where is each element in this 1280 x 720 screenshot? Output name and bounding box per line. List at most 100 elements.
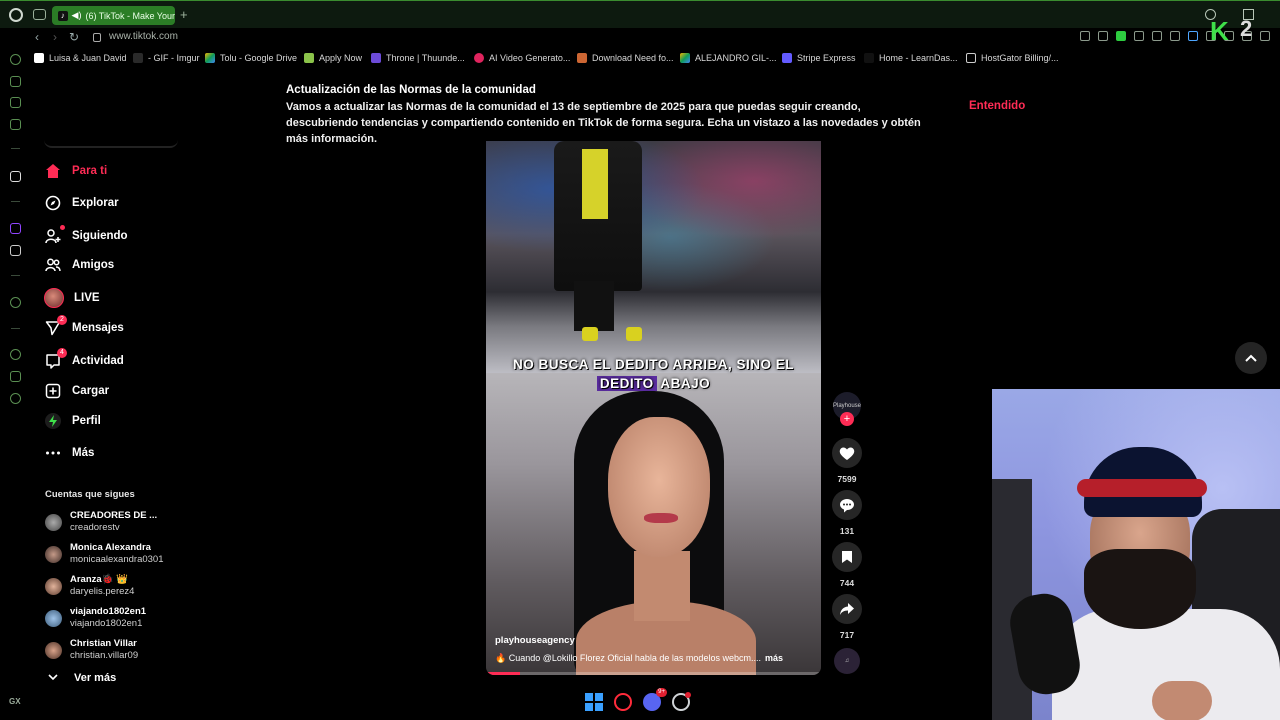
steam-taskbar-icon[interactable] <box>672 692 691 711</box>
followed-account[interactable]: Aranza🐞 👑 daryelis.perez4 <box>45 574 134 598</box>
following-section-title: Cuentas que sigues <box>45 489 135 500</box>
gx-control-icon[interactable] <box>10 54 21 65</box>
browser-tab-tiktok[interactable]: ♪ ◀) (6) TikTok - Make Your <box>52 6 175 25</box>
guidelines-notice: Actualización de las Normas de la comuni… <box>286 84 1046 147</box>
save-count: 744 <box>839 578 855 588</box>
nav-item-live[interactable]: LIVE <box>44 287 100 309</box>
more-icon <box>44 444 62 462</box>
video-author[interactable]: playhouseagency <box>495 635 575 646</box>
search-input[interactable] <box>44 138 178 148</box>
streamer-cap-brim <box>1077 479 1207 497</box>
bookmark-item[interactable]: HostGator Billing/... <box>966 53 1059 63</box>
player-icon[interactable] <box>1152 31 1162 41</box>
previous-video-button[interactable] <box>1235 342 1267 374</box>
speaker-icon[interactable]: ◀) <box>72 10 82 21</box>
sidebar-more-icon[interactable]: ··· <box>10 716 20 720</box>
save-button[interactable] <box>832 542 862 572</box>
nav-item-explorar[interactable]: Explorar <box>44 192 119 214</box>
extensions-icon[interactable] <box>10 371 21 382</box>
discord-taskbar-icon[interactable]: 9+ <box>643 688 667 711</box>
bookmark-item[interactable]: Stripe Express <box>782 53 856 63</box>
player-icon[interactable] <box>10 297 21 308</box>
x-twitter-icon[interactable] <box>10 245 21 256</box>
opera-gx-taskbar-icon[interactable] <box>614 693 632 711</box>
nav-item-amigos[interactable]: Amigos <box>44 254 114 276</box>
followed-account[interactable]: Monica Alexandra monicaalexandra0301 <box>45 542 163 566</box>
nav-item-mas[interactable]: Más <box>44 442 94 464</box>
page-favicon-icon <box>966 53 976 63</box>
page-favicon-icon <box>474 53 484 63</box>
followed-account[interactable]: Christian Villar christian.villar09 <box>45 638 138 662</box>
performer-shoe <box>626 327 642 341</box>
twitch-icon[interactable] <box>10 223 21 234</box>
video-caption: NO BUSCA EL DEDITO ARRIBA, SINO EL DEDIT… <box>512 357 795 391</box>
followed-account[interactable]: viajando1802en1 viajando1802en1 <box>45 606 146 630</box>
camera-snapshot-icon[interactable] <box>1080 31 1090 41</box>
bookmark-item[interactable]: Luisa & Juan David <box>34 53 127 63</box>
performer-shirt <box>582 149 608 219</box>
tab-menu-icon[interactable] <box>33 9 46 20</box>
description-more-link[interactable]: más <box>765 653 783 663</box>
nav-item-cargar[interactable]: Cargar <box>44 380 109 402</box>
settings-icon[interactable] <box>10 393 21 404</box>
like-button[interactable] <box>832 438 862 468</box>
forward-icon[interactable]: › <box>53 30 57 44</box>
caption-highlight: DEDITO <box>596 376 657 391</box>
screen: ♪ ◀) (6) TikTok - Make Your + ‹ › ↻ www.… <box>0 0 1280 720</box>
nav-item-mensajes[interactable]: 2 Mensajes <box>44 315 124 339</box>
nav-item-actividad[interactable]: 4 Actividad <box>44 348 124 372</box>
see-more-button[interactable]: Ver más <box>48 672 116 684</box>
follow-plus-button[interactable]: + <box>840 412 854 426</box>
notification-dot <box>685 692 691 698</box>
screenshot-icon[interactable] <box>1098 31 1108 41</box>
adblock-shield-icon[interactable] <box>1116 31 1126 41</box>
bookmark-item[interactable]: Home - LearnDas... <box>864 53 958 63</box>
comment-icon <box>840 498 854 512</box>
bookmark-item[interactable]: Tolu - Google Drive <box>205 53 297 63</box>
comment-button[interactable] <box>832 490 862 520</box>
video-player[interactable]: NO BUSCA EL DEDITO ARRIBA, SINO EL DEDIT… <box>486 141 821 675</box>
extension-icon[interactable] <box>1188 31 1198 41</box>
woman-lips <box>644 513 678 523</box>
throne-favicon-icon <box>371 53 381 63</box>
nav-item-siguiendo[interactable]: Siguiendo <box>44 225 128 247</box>
bookmark-item[interactable]: Download Need fo... <box>577 53 674 63</box>
nav-item-perfil[interactable]: Perfil <box>44 410 101 432</box>
page-favicon-icon <box>864 53 874 63</box>
performer-legs <box>574 281 614 331</box>
bookmark-item[interactable]: AI Video Generato... <box>474 53 570 63</box>
compass-icon <box>44 194 62 212</box>
divider <box>11 328 20 329</box>
url-field[interactable]: www.tiktok.com <box>109 31 178 42</box>
tiktok-favicon-icon: ♪ <box>58 10 68 21</box>
history-icon[interactable] <box>10 349 21 360</box>
gx-corner-icon[interactable] <box>10 76 21 87</box>
chevron-up-icon <box>1245 354 1257 362</box>
windows-start-icon[interactable] <box>585 693 603 711</box>
page-favicon-icon <box>34 53 44 63</box>
notice-dismiss-button[interactable]: Entendido <box>969 100 1025 112</box>
video-progress-bar[interactable] <box>486 672 821 675</box>
new-tab-button[interactable]: + <box>180 8 188 21</box>
share-button[interactable] <box>832 594 862 624</box>
menu-icon[interactable] <box>1260 31 1270 41</box>
followed-account[interactable]: CREADORES DE ... creadorestv <box>45 510 157 534</box>
heart-icon[interactable] <box>1170 31 1180 41</box>
nav-item-para-ti[interactable]: Para ti <box>44 160 107 182</box>
music-disc-icon[interactable]: ♫ <box>834 648 860 674</box>
opera-logo-icon[interactable] <box>9 8 23 22</box>
messenger-icon[interactable] <box>10 119 21 130</box>
bookmark-item[interactable]: Throne | Thuunde... <box>371 53 465 63</box>
aria-icon[interactable] <box>10 97 21 108</box>
back-icon[interactable]: ‹ <box>35 30 39 44</box>
bookmark-item[interactable]: ALEJANDRO GIL-... <box>680 53 777 63</box>
drive-favicon-icon <box>680 53 690 63</box>
reload-icon[interactable]: ↻ <box>69 30 79 44</box>
bookmark-item[interactable]: - GIF - Imgur <box>133 53 200 63</box>
bookmark-item[interactable]: Apply Now <box>304 53 362 63</box>
arc-icon[interactable] <box>10 171 21 182</box>
friends-icon <box>44 256 62 274</box>
translate-icon[interactable] <box>1134 31 1144 41</box>
streamer-beard <box>1084 549 1196 629</box>
divider <box>11 148 20 149</box>
